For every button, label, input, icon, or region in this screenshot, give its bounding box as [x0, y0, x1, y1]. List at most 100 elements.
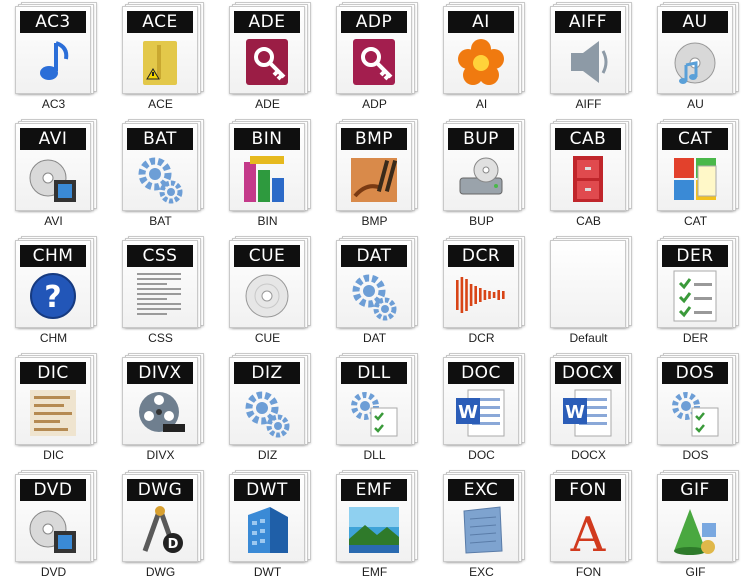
file-caption[interactable]: CAT	[642, 214, 749, 228]
file-icon[interactable]: CHM ?	[15, 236, 97, 328]
file-icon[interactable]: AVI	[15, 119, 97, 211]
file-caption[interactable]: FON	[535, 565, 642, 579]
file-icon-item-default[interactable]: Default	[535, 234, 642, 351]
file-caption[interactable]: BUP	[428, 214, 535, 228]
file-icon-item-der[interactable]: DER DER	[642, 234, 749, 351]
file-caption[interactable]: CAB	[535, 214, 642, 228]
file-icon[interactable]: DIZ	[229, 353, 311, 445]
file-icon-item-aiff[interactable]: AIFF AIFF	[535, 0, 642, 117]
file-icon[interactable]: CUE	[229, 236, 311, 328]
file-icon-item-au[interactable]: AU AU	[642, 0, 749, 117]
file-icon-item-dcr[interactable]: DCR DCR	[428, 234, 535, 351]
file-icon[interactable]: AI	[443, 2, 525, 94]
file-icon-item-dwg[interactable]: DWG D DWG	[107, 468, 214, 585]
file-caption[interactable]: DIZ	[214, 448, 321, 462]
file-caption[interactable]: BMP	[321, 214, 428, 228]
file-caption[interactable]: AU	[642, 97, 749, 111]
file-icon-item-docx[interactable]: DOCX W DOCX	[535, 351, 642, 468]
file-icon[interactable]: DOC W	[443, 353, 525, 445]
file-caption[interactable]: AC3	[0, 97, 107, 111]
file-icon[interactable]: DVD	[15, 470, 97, 562]
file-caption[interactable]: DCR	[428, 331, 535, 345]
file-icon[interactable]: DOS	[657, 353, 739, 445]
file-icon-item-ade[interactable]: ADE ADE	[214, 0, 321, 117]
file-icon-item-dos[interactable]: DOS DOS	[642, 351, 749, 468]
file-icon-item-css[interactable]: CSS CSS	[107, 234, 214, 351]
file-caption[interactable]: ACE	[107, 97, 214, 111]
file-icon-item-diz[interactable]: DIZ DIZ	[214, 351, 321, 468]
file-icon[interactable]: ADP	[336, 2, 418, 94]
file-icon-item-dat[interactable]: DAT DAT	[321, 234, 428, 351]
file-icon[interactable]: CAB	[550, 119, 632, 211]
file-icon[interactable]: BMP	[336, 119, 418, 211]
file-icon-item-cue[interactable]: CUE CUE	[214, 234, 321, 351]
file-caption[interactable]: DWT	[214, 565, 321, 579]
file-icon-item-chm[interactable]: CHM ? CHM	[0, 234, 107, 351]
file-icon[interactable]: AIFF	[550, 2, 632, 94]
file-icon-item-adp[interactable]: ADP ADP	[321, 0, 428, 117]
file-icon-item-bat[interactable]: BAT BAT	[107, 117, 214, 234]
file-caption[interactable]: DLL	[321, 448, 428, 462]
file-icon-item-ac3[interactable]: AC3 AC3	[0, 0, 107, 117]
file-icon-item-ai[interactable]: AI AI	[428, 0, 535, 117]
file-icon[interactable]: BIN	[229, 119, 311, 211]
file-caption[interactable]: ADE	[214, 97, 321, 111]
file-icon[interactable]: DLL	[336, 353, 418, 445]
file-caption[interactable]: ADP	[321, 97, 428, 111]
file-icon-item-bin[interactable]: BIN BIN	[214, 117, 321, 234]
file-caption[interactable]: DIVX	[107, 448, 214, 462]
file-caption[interactable]: EMF	[321, 565, 428, 579]
file-icon-item-dvd[interactable]: DVD DVD	[0, 468, 107, 585]
file-icon-item-avi[interactable]: AVI AVI	[0, 117, 107, 234]
file-icon-item-divx[interactable]: DIVX DIVX	[107, 351, 214, 468]
file-icon[interactable]: DAT	[336, 236, 418, 328]
file-icon-item-dwt[interactable]: DWT DWT	[214, 468, 321, 585]
file-caption[interactable]: DWG	[107, 565, 214, 579]
file-caption[interactable]: AVI	[0, 214, 107, 228]
file-icon-item-doc[interactable]: DOC W DOC	[428, 351, 535, 468]
file-icon[interactable]: EXC	[443, 470, 525, 562]
file-icon[interactable]: BAT	[122, 119, 204, 211]
file-icon[interactable]: DIC	[15, 353, 97, 445]
file-icon[interactable]: EMF	[336, 470, 418, 562]
file-caption[interactable]: CHM	[0, 331, 107, 345]
file-icon-item-bmp[interactable]: BMP BMP	[321, 117, 428, 234]
file-icon[interactable]: DER	[657, 236, 739, 328]
file-icon[interactable]: ACE	[122, 2, 204, 94]
file-caption[interactable]: DAT	[321, 331, 428, 345]
file-icon[interactable]: DWT	[229, 470, 311, 562]
file-icon[interactable]	[550, 236, 632, 328]
file-caption[interactable]: BIN	[214, 214, 321, 228]
file-caption[interactable]: AIFF	[535, 97, 642, 111]
file-caption[interactable]: DER	[642, 331, 749, 345]
file-icon[interactable]: AC3	[15, 2, 97, 94]
file-icon-item-dic[interactable]: DIC DIC	[0, 351, 107, 468]
file-icon-item-emf[interactable]: EMF EMF	[321, 468, 428, 585]
file-icon[interactable]: CSS	[122, 236, 204, 328]
file-caption[interactable]: EXC	[428, 565, 535, 579]
file-icon[interactable]: GIF	[657, 470, 739, 562]
file-icon[interactable]: DCR	[443, 236, 525, 328]
file-icon-item-cab[interactable]: CAB CAB	[535, 117, 642, 234]
file-caption[interactable]: DVD	[0, 565, 107, 579]
file-icon-item-dll[interactable]: DLL DLL	[321, 351, 428, 468]
file-caption[interactable]: CUE	[214, 331, 321, 345]
file-caption[interactable]: DOC	[428, 448, 535, 462]
file-icon-item-cat[interactable]: CAT CAT	[642, 117, 749, 234]
file-icon-item-bup[interactable]: BUP BUP	[428, 117, 535, 234]
file-caption[interactable]: DOS	[642, 448, 749, 462]
file-icon-item-exc[interactable]: EXC EXC	[428, 468, 535, 585]
file-icon[interactable]: AU	[657, 2, 739, 94]
file-caption[interactable]: DOCX	[535, 448, 642, 462]
file-caption[interactable]: Default	[535, 331, 642, 345]
file-icon[interactable]: BUP	[443, 119, 525, 211]
file-icon[interactable]: DOCX W	[550, 353, 632, 445]
file-icon[interactable]: ADE	[229, 2, 311, 94]
file-icon-item-gif[interactable]: GIF GIF	[642, 468, 749, 585]
file-icon-item-fon[interactable]: FON A FON	[535, 468, 642, 585]
file-icon-item-ace[interactable]: ACE ACE	[107, 0, 214, 117]
file-icon[interactable]: DIVX	[122, 353, 204, 445]
file-caption[interactable]: GIF	[642, 565, 749, 579]
file-caption[interactable]: CSS	[107, 331, 214, 345]
file-caption[interactable]: DIC	[0, 448, 107, 462]
